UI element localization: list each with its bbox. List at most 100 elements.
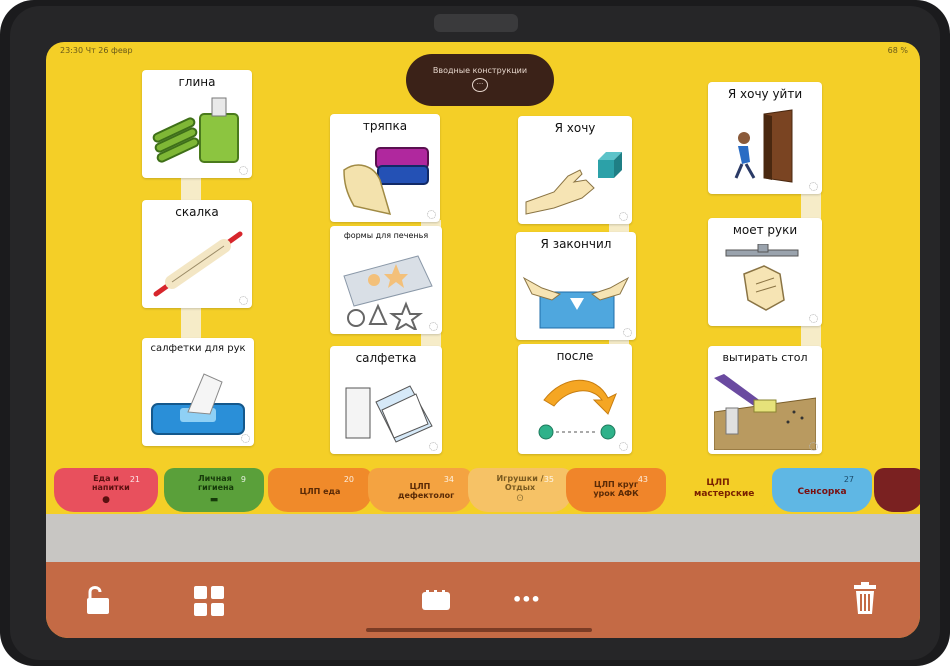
bottom-toolbar: •••: [46, 562, 920, 638]
tab-count: 43: [637, 475, 648, 484]
tab-label: ЦЛП мастерские: [694, 478, 755, 499]
reaching-hand-icon: [525, 152, 622, 215]
card-settings-icon[interactable]: [809, 442, 818, 451]
tab-count: 20: [343, 475, 354, 484]
status-time-date: 23:30 Чт 26 февр: [60, 46, 133, 55]
intro-phrases-label: Вводные конструкции: [432, 66, 528, 75]
card-vytirat-stol[interactable]: вытирать стол: [708, 346, 822, 454]
tab-count: 35: [543, 475, 554, 484]
rolling-pin-icon: [153, 231, 243, 297]
card-settings-icon[interactable]: [619, 442, 628, 451]
card-label: глина: [178, 75, 216, 89]
card-connector: [801, 324, 821, 348]
card-settings-icon[interactable]: [809, 182, 818, 191]
tab-clp-defektolog[interactable]: ЦЛП дефектолог 34: [368, 468, 472, 512]
card-label: тряпка: [362, 119, 408, 133]
card-settings-icon[interactable]: [429, 322, 438, 331]
card-settings-icon[interactable]: [623, 328, 632, 337]
after-arrow-icon: [538, 379, 617, 440]
cloth-icon: [343, 147, 429, 216]
card-label: моет руки: [732, 223, 798, 237]
card-ya-hochu[interactable]: Я хочу: [518, 116, 632, 224]
finished-hands-icon: [522, 276, 630, 329]
cookie-cutters-icon: [343, 255, 433, 330]
tab-label: Личная гигиена: [198, 474, 234, 492]
tab-label: Еда и напитки: [92, 474, 130, 492]
tab-igrushki-otdyh[interactable]: Игрушки / Отдых 35 ʘ: [468, 468, 572, 512]
unlock-icon: [87, 586, 109, 614]
tab-label: ЦЛП круг урок АФК: [593, 480, 639, 498]
tab-count: 21: [129, 475, 140, 484]
card-label: салфетка: [355, 351, 417, 365]
card-settings-icon[interactable]: [241, 434, 250, 443]
tab-lichnaya-gigiena[interactable]: Личная гигиена 9 ▬: [164, 468, 264, 512]
teddy-bear-icon: ʘ: [516, 494, 524, 504]
tab-count: 9: [240, 475, 246, 484]
card-settings-icon[interactable]: [239, 166, 248, 175]
unlock-button[interactable]: [86, 584, 110, 614]
trash-icon: [854, 582, 876, 614]
keyboard-button[interactable]: [422, 590, 450, 610]
home-indicator[interactable]: [366, 628, 592, 632]
card-label: салфетки для рук: [150, 343, 246, 354]
grid-icon: [194, 586, 224, 616]
keyboard-icon: [422, 590, 450, 610]
tab-label: Игрушки / Отдых: [496, 474, 544, 492]
card-settings-icon[interactable]: [239, 296, 248, 305]
tab-sensorka[interactable]: Сенсорка 27: [772, 468, 872, 512]
washing-hands-icon: [725, 244, 799, 311]
app-screen: 23:30 Чт 26 февр 68 % Вводные конструкци…: [46, 42, 920, 638]
tab-label: Сенсорка: [797, 487, 847, 497]
card-label: формы для печенья: [343, 231, 429, 240]
card-label: Я закончил: [540, 237, 612, 251]
card-posle[interactable]: после: [518, 344, 632, 454]
trash-button[interactable]: [854, 582, 876, 614]
leaving-person-icon: [734, 109, 793, 183]
card-settings-icon[interactable]: [619, 212, 628, 221]
card-ya-hochu-uiti[interactable]: Я хочу уйти: [708, 82, 822, 194]
tab-count: 34: [443, 475, 454, 484]
card-tryapka[interactable]: тряпка: [330, 114, 440, 222]
card-settings-icon[interactable]: [427, 210, 436, 219]
status-date: Чт 26 февр: [85, 46, 133, 55]
card-settings-icon[interactable]: [429, 442, 438, 451]
wiping-table-icon: [714, 374, 816, 450]
card-label: Я хочу уйти: [727, 87, 803, 101]
card-label: Я хочу: [554, 121, 596, 135]
wet-wipes-icon: [151, 373, 245, 435]
tab-clp-masterskie-active[interactable]: ЦЛП мастерские: [666, 464, 770, 512]
tab-label: ЦЛП еда: [299, 487, 341, 496]
card-glina[interactable]: глина: [142, 70, 252, 178]
card-label: скалка: [175, 205, 219, 219]
card-connector: [801, 192, 821, 220]
card-label: после: [556, 349, 594, 363]
status-time: 23:30: [60, 46, 84, 55]
card-skalka[interactable]: скалка: [142, 200, 252, 308]
category-tabs: Еда и напитки 21 ● Личная гигиена 9 ▬ ЦЛ…: [46, 464, 920, 514]
napkin-icon: [345, 385, 433, 443]
tab-count: 27: [843, 475, 854, 484]
tab-clp-eda[interactable]: ЦЛП еда 20: [268, 468, 372, 512]
speech-bubble-icon: ···: [472, 78, 488, 92]
card-formy-dlya-pechenya[interactable]: формы для печенья: [330, 226, 442, 334]
card-salfetka[interactable]: салфетка: [330, 346, 442, 454]
tab-more-categories[interactable]: [874, 468, 920, 512]
card-salfetki-dlya-ruk[interactable]: салфетки для рук: [142, 338, 254, 446]
tab-label: ЦЛП дефектолог: [398, 482, 455, 500]
tab-clp-krug-urok-afk[interactable]: ЦЛП круг урок АФК 43: [566, 468, 666, 512]
plate-icon: ●: [102, 495, 110, 505]
sentence-strip-area[interactable]: [46, 514, 920, 562]
card-moet-ruki[interactable]: моет руки: [708, 218, 822, 326]
tab-eda-i-napitki[interactable]: Еда и напитки 21 ●: [54, 468, 158, 512]
intro-phrases-button[interactable]: Вводные конструкции ···: [406, 54, 554, 106]
tablet-frame: 23:30 Чт 26 февр 68 % Вводные конструкци…: [0, 0, 950, 666]
card-label: вытирать стол: [722, 351, 808, 364]
card-ya-zakonchil[interactable]: Я закончил: [516, 232, 636, 340]
grid-button[interactable]: [194, 586, 224, 616]
bath-icon: ▬: [209, 495, 219, 505]
more-button[interactable]: •••: [512, 590, 542, 610]
camera-notch: [434, 14, 518, 32]
clay-icon: [152, 97, 239, 163]
card-settings-icon[interactable]: [809, 314, 818, 323]
status-battery: 68 %: [887, 46, 908, 55]
